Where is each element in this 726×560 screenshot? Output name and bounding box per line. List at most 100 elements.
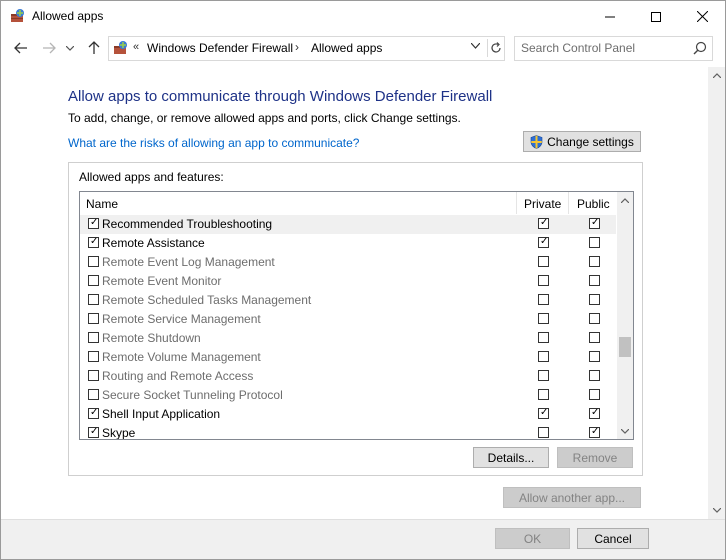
public-network-checkbox[interactable]: ✓ (589, 275, 600, 286)
app-enabled-checkbox[interactable]: ✓ (88, 218, 99, 229)
page-scrollbar[interactable] (708, 67, 725, 519)
app-enabled-checkbox[interactable]: ✓ (88, 313, 99, 324)
public-network-checkbox[interactable]: ✓ (589, 370, 600, 381)
list-item[interactable]: ✓ Shell Input Application ✓ ✓ (80, 405, 616, 424)
public-network-checkbox[interactable]: ✓ (589, 332, 600, 343)
app-name-label: Recommended Troubleshooting (102, 217, 273, 231)
overflow-chevron[interactable]: « (133, 41, 139, 53)
forward-button[interactable] (39, 38, 59, 58)
private-network-checkbox[interactable]: ✓ (538, 427, 549, 438)
refresh-button[interactable] (487, 39, 504, 57)
list-item[interactable]: ✓ Recommended Troubleshooting ✓ ✓ (80, 215, 616, 234)
cancel-button[interactable]: Cancel (577, 528, 649, 549)
public-network-checkbox[interactable]: ✓ (589, 294, 600, 305)
app-enabled-checkbox[interactable]: ✓ (88, 389, 99, 400)
app-enabled-checkbox[interactable]: ✓ (88, 370, 99, 381)
close-icon (696, 11, 708, 22)
list-scroll-thumb[interactable] (619, 337, 631, 357)
maximize-button[interactable] (633, 1, 679, 32)
list-item[interactable]: ✓Secure Socket Tunneling Protocol✓✓ (80, 386, 616, 405)
private-network-checkbox[interactable]: ✓ (538, 351, 549, 362)
list-item[interactable]: ✓Skype✓✓ (80, 424, 616, 439)
change-settings-button[interactable]: Change settings (523, 131, 641, 152)
private-network-checkbox[interactable]: ✓ (538, 256, 549, 267)
app-name-label: Remote Scheduled Tasks Management (102, 293, 312, 307)
app-enabled-checkbox[interactable]: ✓ (88, 351, 99, 362)
search-box[interactable] (514, 36, 713, 61)
list-scroll-down-button[interactable] (617, 423, 633, 439)
minimize-button[interactable] (587, 1, 633, 32)
details-button[interactable]: Details... (473, 447, 549, 468)
private-network-checkbox[interactable]: ✓ (538, 389, 549, 400)
app-enabled-checkbox[interactable]: ✓ (88, 294, 99, 305)
app-enabled-checkbox[interactable]: ✓ (88, 275, 99, 286)
search-icon[interactable] (693, 41, 707, 55)
breadcrumb-separator[interactable]: › (295, 40, 299, 54)
private-network-checkbox[interactable]: ✓ (538, 275, 549, 286)
list-scroll-up-button[interactable] (617, 192, 633, 208)
page-heading: Allow apps to communicate through Window… (68, 88, 493, 105)
search-input[interactable] (521, 40, 686, 56)
column-header-name[interactable]: Name (86, 197, 118, 211)
breadcrumb-firewall[interactable]: Windows Defender Firewall (147, 41, 293, 55)
page-scroll-up-button[interactable] (708, 67, 725, 84)
private-network-checkbox[interactable]: ✓ (538, 218, 549, 229)
remove-button[interactable]: Remove (557, 447, 633, 468)
public-network-checkbox[interactable]: ✓ (589, 351, 600, 362)
title-bar[interactable]: Allowed apps (1, 1, 725, 32)
risks-help-link[interactable]: What are the risks of allowing an app to… (68, 136, 359, 150)
app-name-label: Remote Volume Management (102, 350, 261, 364)
back-arrow-icon (14, 42, 27, 54)
private-network-checkbox[interactable]: ✓ (538, 408, 549, 419)
up-button[interactable] (84, 38, 104, 58)
app-enabled-checkbox[interactable]: ✓ (88, 408, 99, 419)
list-item[interactable]: ✓Remote Volume Management✓✓ (80, 348, 616, 367)
checkmark-icon: ✓ (90, 236, 99, 247)
close-button[interactable] (679, 1, 725, 32)
column-header-public[interactable]: Public (577, 197, 610, 211)
list-item[interactable]: ✓Remote Shutdown✓✓ (80, 329, 616, 348)
public-network-checkbox[interactable]: ✓ (589, 408, 600, 419)
address-bar[interactable]: « Windows Defender Firewall › Allowed ap… (108, 36, 505, 61)
column-divider[interactable] (568, 192, 569, 214)
allow-another-app-button[interactable]: Allow another app... (503, 487, 641, 508)
app-enabled-checkbox[interactable]: ✓ (88, 332, 99, 343)
chevron-up-icon (712, 73, 721, 78)
private-network-checkbox[interactable]: ✓ (538, 370, 549, 381)
change-settings-label: Change settings (547, 134, 634, 149)
address-dropdown-button[interactable] (470, 40, 481, 52)
private-network-checkbox[interactable]: ✓ (538, 237, 549, 248)
list-item[interactable]: ✓Routing and Remote Access✓✓ (80, 367, 616, 386)
list-item[interactable]: ✓Remote Scheduled Tasks Management✓✓ (80, 291, 616, 310)
public-network-checkbox[interactable]: ✓ (589, 237, 600, 248)
chevron-down-icon (621, 428, 629, 434)
private-network-checkbox[interactable]: ✓ (538, 313, 549, 324)
public-network-checkbox[interactable]: ✓ (589, 256, 600, 267)
group-label: Allowed apps and features: (79, 170, 224, 184)
list-item[interactable]: ✓Remote Service Management✓✓ (80, 310, 616, 329)
recent-locations-button[interactable] (63, 38, 77, 58)
list-item[interactable]: ✓Remote Assistance✓✓ (80, 234, 616, 253)
app-enabled-checkbox[interactable]: ✓ (88, 427, 99, 438)
ok-button[interactable]: OK (495, 528, 570, 549)
checkmark-icon: ✓ (540, 217, 549, 228)
list-item[interactable]: ✓Remote Event Log Management✓✓ (80, 253, 616, 272)
public-network-checkbox[interactable]: ✓ (589, 389, 600, 400)
list-item[interactable]: ✓Remote Event Monitor✓✓ (80, 272, 616, 291)
private-network-checkbox[interactable]: ✓ (538, 332, 549, 343)
public-network-checkbox[interactable]: ✓ (589, 313, 600, 324)
public-network-checkbox[interactable]: ✓ (589, 427, 600, 438)
app-enabled-checkbox[interactable]: ✓ (88, 237, 99, 248)
private-network-checkbox[interactable]: ✓ (538, 294, 549, 305)
public-network-checkbox[interactable]: ✓ (589, 218, 600, 229)
allowed-apps-list[interactable]: Name Private Public ✓ Recommended Trouble… (79, 191, 634, 440)
checkmark-icon: ✓ (90, 217, 99, 228)
column-header-private[interactable]: Private (524, 197, 561, 211)
breadcrumb-allowed-apps[interactable]: Allowed apps (311, 41, 382, 55)
app-enabled-checkbox[interactable]: ✓ (88, 256, 99, 267)
checkmark-icon: ✓ (90, 407, 99, 418)
list-scrollbar[interactable] (617, 192, 633, 439)
page-scroll-down-button[interactable] (708, 502, 725, 519)
back-button[interactable] (11, 38, 31, 58)
column-divider[interactable] (516, 192, 517, 214)
